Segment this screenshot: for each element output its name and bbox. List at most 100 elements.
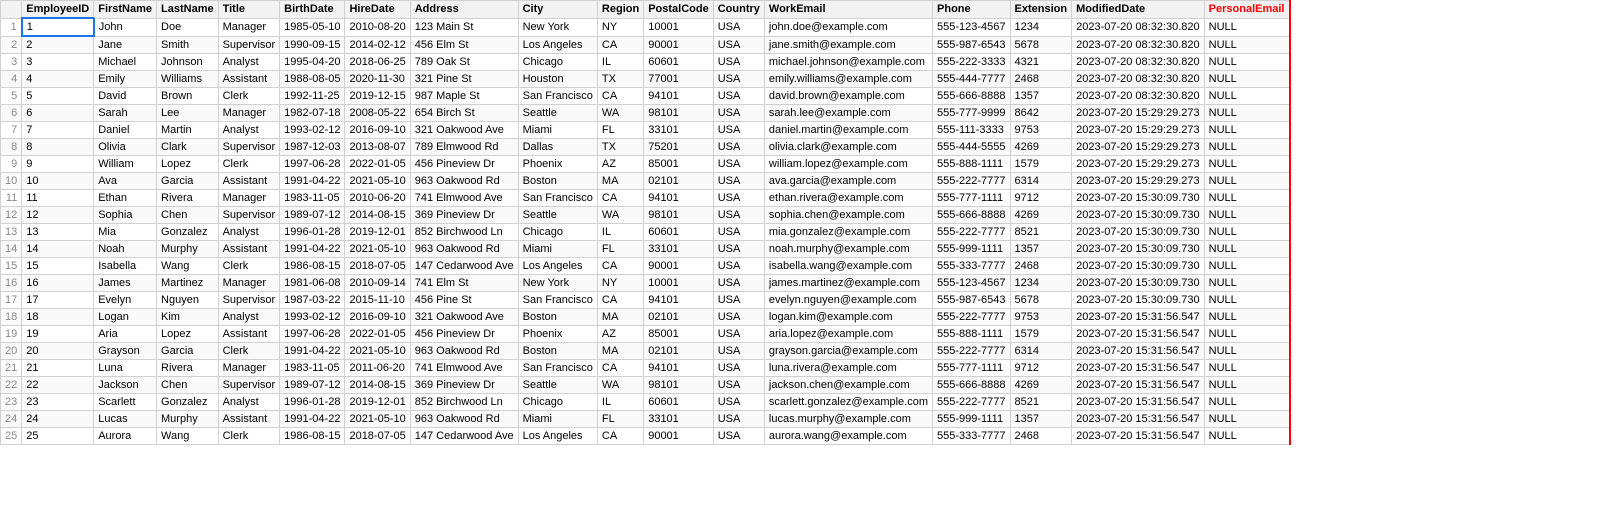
cell-HireDate: 2010-08-20 [345, 18, 410, 36]
cell-Address: 147 Cedarwood Ave [410, 258, 518, 275]
cell-Address: 963 Oakwood Rd [410, 411, 518, 428]
cell-EmployeeID: 10 [22, 173, 94, 190]
cell-Extension: 4269 [1010, 207, 1072, 224]
cell-WorkEmail: scarlett.gonzalez@example.com [764, 394, 932, 411]
column-header-EmployeeID[interactable]: EmployeeID [22, 1, 94, 19]
table-row: 1717EvelynNguyenSupervisor1987-03-222015… [1, 292, 1290, 309]
cell-Region: MA [597, 343, 643, 360]
cell-PersonalEmail: NULL [1204, 428, 1289, 445]
column-header-PostalCode[interactable]: PostalCode [644, 1, 714, 19]
cell-LastName: Garcia [157, 343, 219, 360]
column-header-rownum[interactable] [1, 1, 22, 19]
cell-City: Phoenix [518, 326, 597, 343]
cell-Region: CA [597, 190, 643, 207]
table-row: 33MichaelJohnsonAnalyst1995-04-202018-06… [1, 54, 1290, 71]
column-header-FirstName[interactable]: FirstName [94, 1, 157, 19]
cell-WorkEmail: jane.smith@example.com [764, 36, 932, 54]
column-header-BirthDate[interactable]: BirthDate [280, 1, 345, 19]
cell-Country: USA [713, 122, 764, 139]
cell-LastName: Chen [157, 377, 219, 394]
cell-Region: MA [597, 309, 643, 326]
cell-Region: WA [597, 207, 643, 224]
row-number: 20 [1, 343, 22, 360]
row-number: 2 [1, 36, 22, 54]
table-row: 1212SophiaChenSupervisor1989-07-122014-0… [1, 207, 1290, 224]
cell-WorkEmail: olivia.clark@example.com [764, 139, 932, 156]
cell-Title: Supervisor [218, 139, 280, 156]
column-header-ModifiedDate[interactable]: ModifiedDate [1072, 1, 1205, 19]
cell-WorkEmail: grayson.garcia@example.com [764, 343, 932, 360]
cell-City: San Francisco [518, 292, 597, 309]
cell-HireDate: 2014-08-15 [345, 207, 410, 224]
cell-Region: FL [597, 241, 643, 258]
cell-EmployeeID: 22 [22, 377, 94, 394]
cell-BirthDate: 1986-08-15 [280, 258, 345, 275]
column-header-LastName[interactable]: LastName [157, 1, 219, 19]
cell-City: Los Angeles [518, 428, 597, 445]
cell-Country: USA [713, 309, 764, 326]
cell-HireDate: 2016-09-10 [345, 309, 410, 326]
cell-ModifiedDate: 2023-07-20 15:29:29.273 [1072, 139, 1205, 156]
cell-Phone: 555-333-7777 [933, 428, 1011, 445]
cell-BirthDate: 1983-11-05 [280, 360, 345, 377]
cell-Extension: 4321 [1010, 54, 1072, 71]
row-number: 23 [1, 394, 22, 411]
cell-EmployeeID: 24 [22, 411, 94, 428]
cell-LastName: Wang [157, 428, 219, 445]
row-number: 9 [1, 156, 22, 173]
cell-Title: Manager [218, 18, 280, 36]
column-header-City[interactable]: City [518, 1, 597, 19]
table-row: 1919AriaLopezAssistant1997-06-282022-01-… [1, 326, 1290, 343]
cell-PersonalEmail: NULL [1204, 156, 1289, 173]
cell-Extension: 5678 [1010, 292, 1072, 309]
column-header-Country[interactable]: Country [713, 1, 764, 19]
cell-PostalCode: 33101 [644, 122, 714, 139]
cell-Phone: 555-777-9999 [933, 105, 1011, 122]
cell-EmployeeID: 6 [22, 105, 94, 122]
cell-PostalCode: 02101 [644, 173, 714, 190]
cell-Title: Analyst [218, 122, 280, 139]
cell-Address: 369 Pineview Dr [410, 377, 518, 394]
cell-City: Los Angeles [518, 258, 597, 275]
table-row: 55DavidBrownClerk1992-11-252019-12-15987… [1, 88, 1290, 105]
column-header-PersonalEmail[interactable]: PersonalEmail [1204, 1, 1289, 19]
row-number: 10 [1, 173, 22, 190]
cell-PostalCode: 94101 [644, 360, 714, 377]
cell-FirstName: Isabella [94, 258, 157, 275]
cell-PostalCode: 75201 [644, 139, 714, 156]
cell-PostalCode: 85001 [644, 156, 714, 173]
cell-BirthDate: 1983-11-05 [280, 190, 345, 207]
cell-PostalCode: 02101 [644, 309, 714, 326]
cell-Address: 789 Elmwood Rd [410, 139, 518, 156]
cell-Title: Supervisor [218, 207, 280, 224]
cell-PostalCode: 94101 [644, 190, 714, 207]
column-header-Address[interactable]: Address [410, 1, 518, 19]
cell-Address: 741 Elmwood Ave [410, 360, 518, 377]
cell-LastName: Lee [157, 105, 219, 122]
cell-Region: CA [597, 36, 643, 54]
column-header-Region[interactable]: Region [597, 1, 643, 19]
row-number: 6 [1, 105, 22, 122]
cell-Region: MA [597, 173, 643, 190]
cell-PostalCode: 10001 [644, 275, 714, 292]
cell-EmployeeID: 11 [22, 190, 94, 207]
cell-PersonalEmail: NULL [1204, 258, 1289, 275]
cell-EmployeeID: 7 [22, 122, 94, 139]
column-header-Phone[interactable]: Phone [933, 1, 1011, 19]
cell-HireDate: 2021-05-10 [345, 173, 410, 190]
column-header-WorkEmail[interactable]: WorkEmail [764, 1, 932, 19]
cell-City: Boston [518, 309, 597, 326]
cell-BirthDate: 1988-08-05 [280, 71, 345, 88]
cell-Phone: 555-222-7777 [933, 343, 1011, 360]
table-row: 1313MiaGonzalezAnalyst1996-01-282019-12-… [1, 224, 1290, 241]
cell-EmployeeID: 8 [22, 139, 94, 156]
cell-WorkEmail: isabella.wang@example.com [764, 258, 932, 275]
column-header-Title[interactable]: Title [218, 1, 280, 19]
cell-Address: 321 Pine St [410, 71, 518, 88]
cell-PostalCode: 94101 [644, 88, 714, 105]
cell-LastName: Murphy [157, 241, 219, 258]
cell-PostalCode: 94101 [644, 292, 714, 309]
column-header-Extension[interactable]: Extension [1010, 1, 1072, 19]
column-header-HireDate[interactable]: HireDate [345, 1, 410, 19]
cell-Title: Manager [218, 190, 280, 207]
